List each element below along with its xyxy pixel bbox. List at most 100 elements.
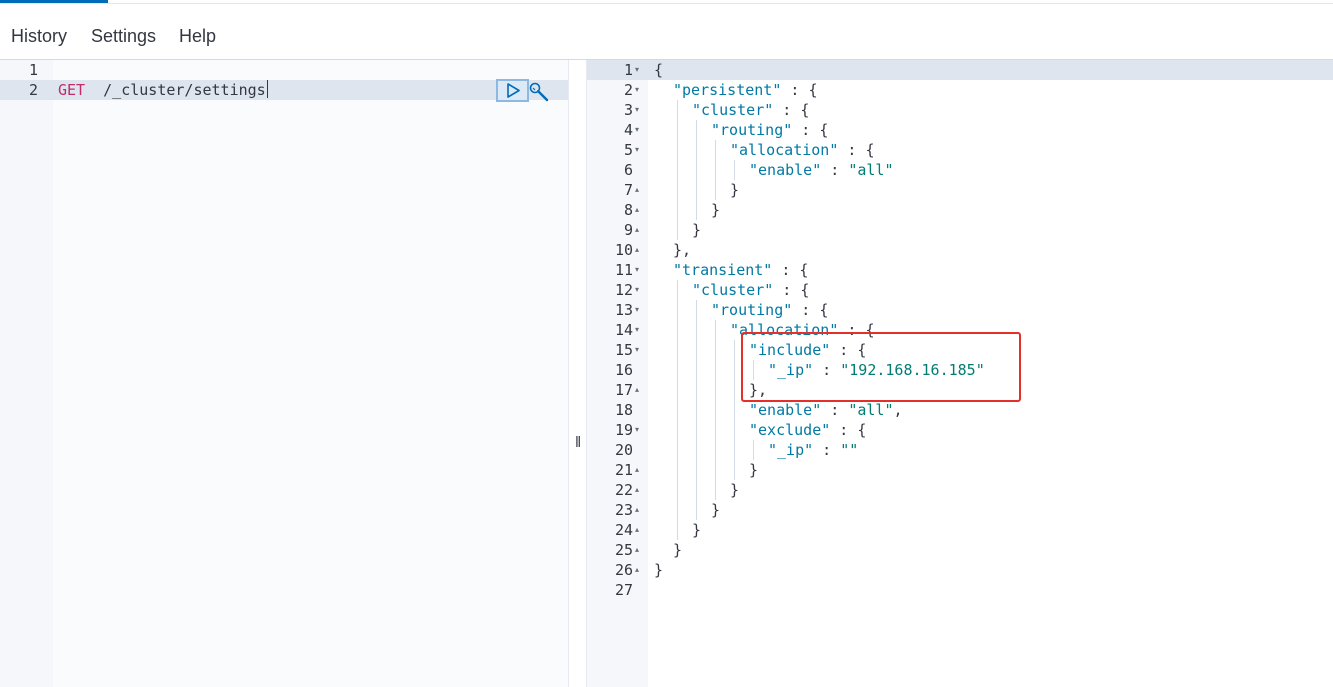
fold-expand-icon[interactable]: ▴ [635, 480, 639, 500]
response-line-number: 26 [614, 561, 633, 579]
fold-expand-icon[interactable]: ▴ [635, 240, 639, 260]
token-key: "transient" [673, 261, 773, 279]
fold-collapse-icon[interactable]: ▾ [635, 100, 639, 120]
response-line-number: 2 [623, 81, 633, 99]
indent-guide [677, 300, 678, 320]
token-key: "_ip" [768, 441, 814, 459]
response-code-line: "cluster" : { [692, 280, 809, 300]
fold-collapse-icon[interactable]: ▾ [635, 420, 639, 440]
fold-expand-icon[interactable]: ▴ [635, 380, 639, 400]
response-code-line: "persistent" : { [673, 80, 818, 100]
indent-guide [715, 480, 716, 500]
token-key: "cluster" [692, 101, 774, 119]
indent-guide [715, 420, 716, 440]
token-punc: : { [792, 301, 829, 319]
indent-guide [677, 380, 678, 400]
indent-guide [734, 440, 735, 460]
indent-guide [696, 180, 697, 200]
token-punc: : { [838, 141, 875, 159]
response-line-number: 20 [614, 441, 633, 459]
token-key: "exclude" [749, 421, 831, 439]
fold-expand-icon[interactable]: ▴ [635, 560, 639, 580]
indent-guide [715, 160, 716, 180]
response-code-line: } [654, 560, 663, 580]
send-request-button[interactable] [496, 79, 529, 102]
fold-expand-icon[interactable]: ▴ [635, 220, 639, 240]
response-active-line [587, 60, 1333, 80]
token-punc: : [813, 441, 841, 459]
fold-expand-icon[interactable]: ▴ [635, 520, 639, 540]
indent-guide [715, 440, 716, 460]
token-key: "cluster" [692, 281, 774, 299]
fold-expand-icon[interactable]: ▴ [635, 500, 639, 520]
token-punc: } [692, 221, 702, 239]
indent-guide [715, 320, 716, 340]
response-code-line: } [692, 220, 701, 240]
editor-splitter[interactable]: ‖ [568, 60, 587, 687]
fold-collapse-icon[interactable]: ▾ [635, 80, 639, 100]
fold-expand-icon[interactable]: ▴ [635, 200, 639, 220]
indent-guide [715, 380, 716, 400]
indent-guide [715, 460, 716, 480]
indent-guide [734, 160, 735, 180]
indent-guide [696, 120, 697, 140]
request-options-button[interactable] [528, 81, 550, 103]
indent-guide [715, 180, 716, 200]
token-punc: { [654, 61, 664, 79]
indent-guide [696, 500, 697, 520]
response-code-line: "_ip" : "" [768, 440, 858, 460]
fold-expand-icon[interactable]: ▴ [635, 180, 639, 200]
response-code-line: "routing" : { [711, 300, 828, 320]
response-code-line: } [692, 520, 701, 540]
fold-expand-icon[interactable]: ▴ [635, 460, 639, 480]
fold-collapse-icon[interactable]: ▾ [635, 320, 639, 340]
request-method: GET [58, 81, 86, 99]
indent-guide [677, 120, 678, 140]
fold-collapse-icon[interactable]: ▾ [635, 60, 639, 80]
fold-collapse-icon[interactable]: ▾ [635, 280, 639, 300]
token-punc: : { [781, 81, 818, 99]
fold-collapse-icon[interactable]: ▾ [635, 340, 639, 360]
request-editor[interactable]: 1 2 GET /_cluster/settings [0, 60, 568, 687]
indent-guide [715, 140, 716, 160]
indent-guide [677, 480, 678, 500]
token-punc: }, [673, 241, 692, 259]
play-icon [507, 83, 520, 98]
response-code-line: "enable" : "all" [749, 160, 894, 180]
menu-settings[interactable]: Settings [91, 26, 156, 46]
token-punc: : { [830, 421, 867, 439]
token-key: "enable" [749, 161, 822, 179]
token-str: "all" [848, 161, 894, 179]
request-line[interactable]: GET /_cluster/settings [58, 80, 268, 100]
token-key: "routing" [711, 121, 793, 139]
response-line-number: 24 [614, 521, 633, 539]
menu-help[interactable]: Help [179, 26, 216, 46]
menu-history[interactable]: History [11, 26, 67, 46]
wrench-icon [529, 82, 549, 102]
token-punc: : [821, 401, 849, 419]
token-punc: } [711, 501, 721, 519]
indent-guide [677, 340, 678, 360]
response-line-number: 1 [623, 61, 633, 79]
indent-guide [677, 400, 678, 420]
indent-guide [696, 300, 697, 320]
fold-collapse-icon[interactable]: ▾ [635, 300, 639, 320]
fold-expand-icon[interactable]: ▴ [635, 540, 639, 560]
indent-guide [734, 380, 735, 400]
indent-guide [677, 320, 678, 340]
token-key: "persistent" [673, 81, 782, 99]
response-line-number: 4 [623, 121, 633, 139]
fold-collapse-icon[interactable]: ▾ [635, 140, 639, 160]
resize-handle-icon[interactable]: ‖ [575, 434, 581, 451]
fold-collapse-icon[interactable]: ▾ [635, 260, 639, 280]
indent-guide [696, 360, 697, 380]
indent-guide [715, 360, 716, 380]
token-punc: } [692, 521, 702, 539]
indent-guide [696, 400, 697, 420]
token-key: "allocation" [730, 141, 839, 159]
response-line-number: 7 [623, 181, 633, 199]
request-content[interactable] [53, 60, 568, 687]
response-line-number: 22 [614, 481, 633, 499]
fold-collapse-icon[interactable]: ▾ [635, 120, 639, 140]
token-key: "enable" [749, 401, 822, 419]
